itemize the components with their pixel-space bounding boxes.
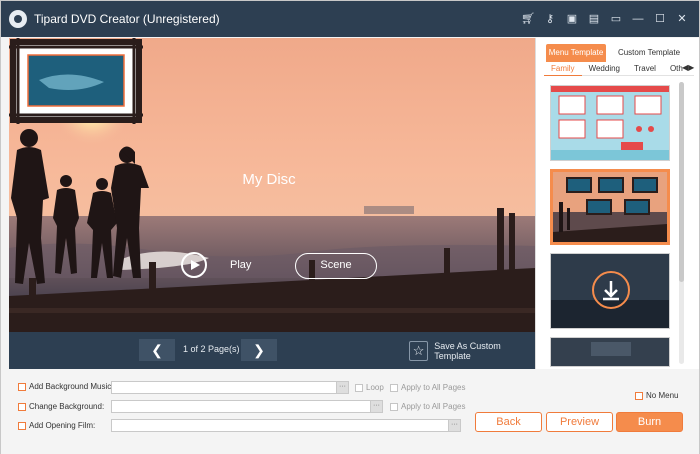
key-icon[interactable]: ⚷ [541, 10, 559, 28]
template-thumbnail[interactable] [550, 337, 670, 367]
opening-film-label: Add Opening Film: [29, 421, 96, 430]
change-background-checkbox[interactable] [18, 402, 26, 411]
template-panel: Menu Template Custom Template Family Wed… [535, 38, 699, 369]
background-apply-all-label: Apply to All Pages [401, 402, 466, 411]
no-menu-option[interactable]: No Menu [635, 391, 678, 400]
loop-checkbox[interactable] [355, 383, 363, 392]
save-template-label: Save As Custom Template [434, 341, 501, 361]
category-wedding[interactable]: Wedding [582, 62, 627, 76]
change-background-label: Change Background: [29, 402, 105, 411]
category-family[interactable]: Family [544, 62, 582, 76]
browse-film-button[interactable]: ··· [448, 419, 461, 432]
preview-button[interactable]: Preview [546, 412, 613, 432]
opening-film-field[interactable]: ··· [111, 419, 461, 432]
loop-option[interactable]: Loop [355, 383, 384, 392]
options-panel: Add Background Music: ··· Loop Apply to … [1, 370, 699, 454]
document-icon[interactable]: ▤ [585, 10, 603, 28]
back-button[interactable]: Back [475, 412, 542, 432]
background-music-checkbox[interactable] [18, 382, 26, 391]
background-apply-all-option[interactable]: Apply to All Pages [390, 402, 465, 411]
scene-button[interactable]: Scene [295, 253, 377, 279]
category-tabs: Family Wedding Travel Oth [544, 62, 694, 76]
no-menu-checkbox[interactable] [635, 391, 643, 400]
background-music-field[interactable]: ··· [111, 381, 349, 394]
background-music-label: Add Background Music: [29, 382, 114, 391]
browse-music-button[interactable]: ··· [336, 381, 349, 394]
maximize-icon[interactable]: ☐ [651, 10, 669, 28]
play-icon[interactable] [181, 252, 207, 278]
background-field[interactable]: ··· [111, 400, 383, 413]
menu-preview: My Disc Play Scene [9, 38, 535, 332]
loop-label: Loop [366, 383, 384, 392]
title-bar: Tipard DVD Creator (Unregistered) 🛒︎ ⚷ ▣… [1, 1, 699, 37]
minimize-icon[interactable]: — [629, 10, 647, 28]
app-window: Tipard DVD Creator (Unregistered) 🛒︎ ⚷ ▣… [0, 0, 700, 454]
background-music-option[interactable]: Add Background Music: [18, 382, 114, 391]
disc-title[interactable]: My Disc [209, 171, 329, 188]
menu-thumbnail[interactable] [9, 38, 143, 124]
previous-page-button[interactable]: ❮ [139, 339, 175, 361]
scrollbar-thumb[interactable] [679, 82, 684, 282]
play-label[interactable]: Play [230, 259, 251, 271]
burn-button[interactable]: Burn [616, 412, 683, 432]
category-travel[interactable]: Travel [627, 62, 663, 76]
app-logo-icon [9, 10, 27, 28]
music-apply-all-label: Apply to All Pages [401, 383, 466, 392]
tab-menu-template[interactable]: Menu Template [546, 44, 606, 62]
browse-background-button[interactable]: ··· [370, 400, 383, 413]
close-icon[interactable]: ✕ [673, 10, 691, 28]
window-title: Tipard DVD Creator (Unregistered) [34, 12, 220, 26]
next-page-button[interactable]: ❯ [241, 339, 277, 361]
change-background-option[interactable]: Change Background: [18, 402, 104, 411]
page-navigation: ❮ 1 of 2 Page(s) ❯ ☆ Save As Custom Temp… [9, 332, 535, 369]
category-scroll-arrows[interactable]: ◀▶ [682, 63, 694, 72]
template-thumbnail-selected[interactable] [550, 169, 670, 245]
page-indicator: 1 of 2 Page(s) [183, 344, 240, 354]
opening-film-option[interactable]: Add Opening Film: [18, 421, 95, 430]
cart-icon[interactable]: 🛒︎ [519, 10, 537, 28]
no-menu-label: No Menu [646, 391, 679, 400]
template-thumbnail-download[interactable] [550, 253, 670, 329]
template-thumbnail[interactable] [550, 85, 670, 161]
template-scrollbar[interactable] [679, 82, 684, 364]
save-as-custom-template-button[interactable]: ☆ Save As Custom Template [409, 341, 535, 361]
tab-custom-template[interactable]: Custom Template [606, 44, 692, 62]
opening-film-checkbox[interactable] [18, 421, 26, 430]
star-icon: ☆ [409, 341, 429, 361]
music-apply-all-option[interactable]: Apply to All Pages [390, 383, 465, 392]
chat-icon[interactable]: ▭ [607, 10, 625, 28]
background-apply-all-checkbox[interactable] [390, 402, 398, 411]
save-icon[interactable]: ▣ [563, 10, 581, 28]
music-apply-all-checkbox[interactable] [390, 383, 398, 392]
